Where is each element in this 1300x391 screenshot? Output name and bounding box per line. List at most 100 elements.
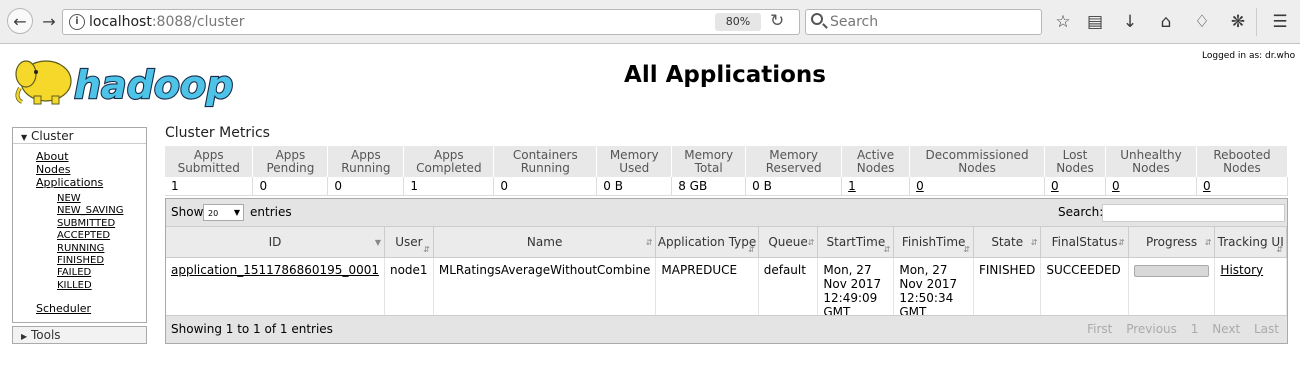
page-size-value: 20 xyxy=(208,209,219,218)
page-size-select[interactable]: 20 ▼ xyxy=(203,204,244,221)
column-header-tracking[interactable]: Tracking UI ⇵ xyxy=(1214,227,1287,258)
cluster-metrics-table: Apps Submitted Apps Pending Apps Running… xyxy=(165,146,1289,196)
sort-icon: ⇵ xyxy=(1030,238,1038,247)
search-icon xyxy=(811,13,823,25)
column-header-progress[interactable]: Progress ⇵ xyxy=(1128,227,1216,258)
left-nav: ▼ Cluster About Nodes Applications NEW N… xyxy=(12,127,147,323)
column-header-finalstatus[interactable]: FinalStatus ⇵ xyxy=(1040,227,1129,258)
nav-state-new-saving[interactable]: NEW_SAVING xyxy=(13,205,146,217)
nav-state-running[interactable]: RUNNING xyxy=(13,243,146,255)
column-header-name[interactable]: Name ⇵ xyxy=(433,227,657,258)
metric-value: 0 xyxy=(493,177,598,196)
metric-header: Containers Running xyxy=(493,146,598,177)
pager-page-1[interactable]: 1 xyxy=(1191,322,1199,336)
metric-header: Rebooted Nodes xyxy=(1196,146,1289,177)
nav-cluster-header[interactable]: ▼ Cluster xyxy=(13,128,146,144)
url-bar[interactable]: i localhost:8088/cluster 80% ↻ xyxy=(62,9,800,35)
metric-header: Apps Submitted xyxy=(165,146,254,177)
show-label: Show xyxy=(171,205,204,219)
pager-previous[interactable]: Previous xyxy=(1126,322,1177,336)
toolbar-divider xyxy=(1256,8,1257,36)
back-arrow-icon[interactable]: ← xyxy=(7,8,33,34)
cell-finishtime: Mon, 27 Nov 2017 12:50:34 GMT xyxy=(893,257,974,319)
zoom-indicator[interactable]: 80% xyxy=(715,13,761,31)
column-header-finishtime[interactable]: FinishTime ⇵ xyxy=(893,227,974,258)
metric-header: Apps Running xyxy=(327,146,405,177)
nav-state-submitted[interactable]: SUBMITTED xyxy=(13,218,146,230)
browser-search-input[interactable]: Search xyxy=(805,9,1042,35)
cell-state: FINISHED xyxy=(973,257,1042,319)
sort-icon: ⇵ xyxy=(748,245,755,254)
nav-tools-header[interactable]: ▶ Tools xyxy=(12,326,147,344)
pocket-icon[interactable]: ♢ xyxy=(1190,10,1214,34)
sort-icon: ⇵ xyxy=(645,238,653,247)
nav-cluster-label: Cluster xyxy=(30,129,74,143)
sort-icon: ⇵ xyxy=(1276,245,1283,254)
nav-state-killed[interactable]: KILLED xyxy=(13,280,146,292)
cell-finalstatus: SUCCEEDED xyxy=(1040,257,1129,319)
reload-icon[interactable]: ↻ xyxy=(770,11,784,31)
column-header-type[interactable]: Application Type ⇵ xyxy=(655,227,759,258)
metric-header: Unhealthy Nodes xyxy=(1105,146,1197,177)
sort-icon: ⇵ xyxy=(883,245,891,254)
metric-value: 0 xyxy=(327,177,405,196)
download-icon[interactable]: ↓ xyxy=(1118,10,1142,34)
table-info: Showing 1 to 1 of 1 entries xyxy=(171,322,333,336)
cell-user: node1 xyxy=(384,257,434,319)
column-label: Application Type xyxy=(657,234,757,249)
lost-nodes-link[interactable]: 0 xyxy=(1051,179,1059,193)
metric-header: Apps Pending xyxy=(252,146,329,177)
url-text[interactable]: localhost:8088/cluster xyxy=(89,14,245,30)
column-label: State xyxy=(991,234,1024,249)
forward-arrow-icon[interactable]: → xyxy=(36,8,62,34)
column-header-starttime[interactable]: StartTime ⇵ xyxy=(817,227,895,258)
decommissioned-nodes-link[interactable]: 0 xyxy=(916,179,924,193)
column-label: ID xyxy=(268,234,282,249)
table-search-input[interactable] xyxy=(1102,204,1285,222)
column-label: Tracking UI xyxy=(1217,234,1284,249)
extension-icon[interactable]: ❋ xyxy=(1226,10,1250,34)
bookmark-star-icon[interactable]: ☆ xyxy=(1051,10,1075,34)
cluster-metrics-heading: Cluster Metrics xyxy=(165,125,270,141)
nav-applications[interactable]: Applications xyxy=(13,176,146,189)
home-icon[interactable]: ⌂ xyxy=(1154,10,1178,34)
metric-header: Memory Used xyxy=(596,146,673,177)
nav-state-finished[interactable]: FINISHED xyxy=(13,255,146,267)
column-header-queue[interactable]: Queue ⇵ xyxy=(758,227,819,258)
column-header-user[interactable]: User ⇵ xyxy=(384,227,434,258)
sort-desc-icon: ▼ xyxy=(374,238,381,247)
progress-bar xyxy=(1133,264,1209,277)
pagination: First Previous 1 Next Last xyxy=(1077,322,1279,336)
metric-header: Decommissioned Nodes xyxy=(909,146,1046,177)
nav-state-accepted[interactable]: ACCEPTED xyxy=(13,230,146,242)
metric-header: Memory Reserved xyxy=(745,146,843,177)
nav-nodes[interactable]: Nodes xyxy=(13,163,146,176)
column-label: Queue xyxy=(768,234,808,249)
nav-about[interactable]: About xyxy=(13,150,146,163)
application-id-link[interactable]: application_1511786860195_0001 xyxy=(171,263,379,277)
svg-text:hadoop: hadoop xyxy=(74,63,233,107)
nav-state-failed[interactable]: FAILED xyxy=(13,267,146,279)
pager-next[interactable]: Next xyxy=(1212,322,1240,336)
triangle-right-icon: ▶ xyxy=(21,332,28,341)
reading-list-icon[interactable]: ▤ xyxy=(1083,10,1107,34)
tracking-history-link[interactable]: History xyxy=(1220,263,1263,277)
unhealthy-nodes-link[interactable]: 0 xyxy=(1112,179,1120,193)
nav-state-new[interactable]: NEW xyxy=(13,193,146,205)
column-header-id[interactable]: ID ▼ xyxy=(166,227,385,258)
metric-value: 0 B xyxy=(745,177,843,196)
applications-table-wrapper: Show 20 ▼ entries Search: ID ▼ User ⇵ Name ⇵… xyxy=(165,198,1288,344)
nav-scheduler[interactable]: Scheduler xyxy=(13,302,146,315)
sort-icon: ⇵ xyxy=(1204,238,1212,247)
info-icon[interactable]: i xyxy=(69,14,85,30)
url-host: localhost xyxy=(89,14,152,30)
metric-value: 1 xyxy=(165,177,254,196)
sort-icon: ⇵ xyxy=(963,245,970,254)
rebooted-nodes-link[interactable]: 0 xyxy=(1203,179,1211,193)
column-label: Name xyxy=(526,234,563,249)
column-header-state[interactable]: State ⇵ xyxy=(973,227,1042,258)
menu-icon[interactable]: ☰ xyxy=(1268,10,1292,34)
pager-first[interactable]: First xyxy=(1087,322,1112,336)
active-nodes-link[interactable]: 1 xyxy=(848,179,856,193)
pager-last[interactable]: Last xyxy=(1254,322,1279,336)
